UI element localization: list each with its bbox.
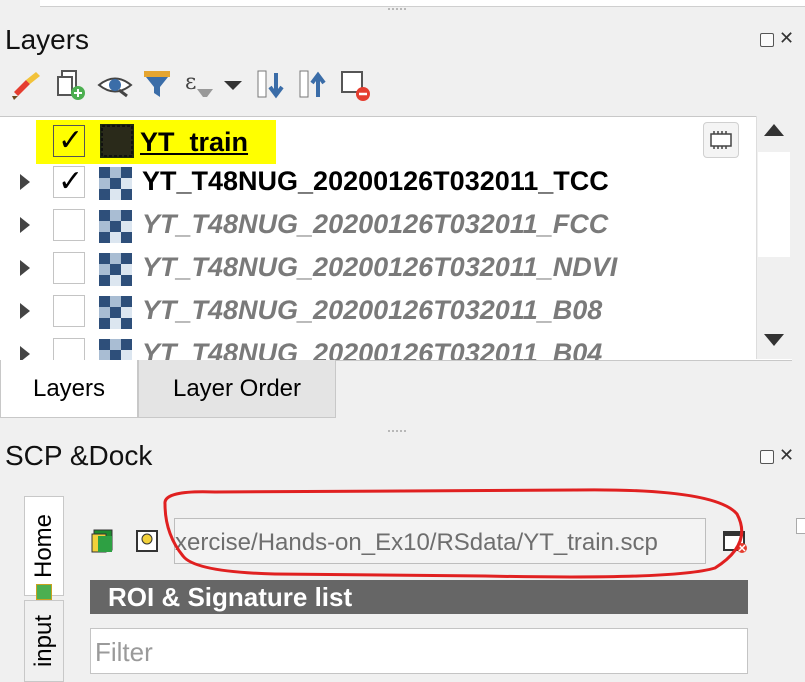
raster-layer-icon: [99, 167, 132, 200]
previous-panel-strip: [0, 0, 805, 14]
scrollbar-thumb[interactable]: [758, 152, 790, 257]
splitter-grip[interactable]: [388, 430, 406, 436]
expand-arrow-icon[interactable]: [20, 260, 30, 276]
scroll-up-arrow-icon[interactable]: [764, 124, 784, 136]
close-panel-button[interactable]: ✕: [779, 446, 794, 464]
raster-layer-icon: [99, 339, 132, 360]
close-panel-button[interactable]: ✕: [779, 29, 794, 47]
layer-name: YT_T48NUG_20200126T032011_NDVI: [142, 252, 618, 282]
raster-layer-icon: [99, 210, 132, 243]
layer-name: YT_T48NUG_20200126T032011_TCC: [142, 166, 609, 196]
tab-home[interactable]: Home: [24, 496, 64, 596]
expand-arrow-icon[interactable]: [20, 303, 30, 319]
style-brush-icon[interactable]: [8, 68, 46, 102]
layer-name: YT_T48NUG_20200126T032011_B08: [142, 295, 603, 325]
layer-visibility-checkbox[interactable]: [53, 252, 85, 284]
tab-layer-order[interactable]: Layer Order: [138, 360, 336, 418]
splitter-grip[interactable]: [388, 8, 406, 14]
raster-layer-icon: [99, 253, 132, 286]
float-panel-button[interactable]: [760, 450, 774, 464]
layer-name: YT_T48NUG_20200126T032011_FCC: [142, 209, 609, 239]
raster-layer-icon: [99, 296, 132, 329]
layer-visibility-checkbox[interactable]: [53, 209, 85, 241]
layer-row-yt-train[interactable]: ✓ YT_train: [0, 119, 756, 164]
remove-layer-icon[interactable]: [336, 68, 374, 102]
tab-input[interactable]: input: [24, 600, 64, 682]
layer-visibility-checkbox[interactable]: [53, 338, 85, 360]
expression-filter-icon[interactable]: ε: [180, 68, 218, 102]
layer-row-b04[interactable]: YT_T48NUG_20200126T032011_B04: [0, 334, 756, 361]
visibility-eye-icon[interactable]: [96, 68, 134, 102]
add-group-icon[interactable]: [52, 68, 90, 102]
new-training-input-icon[interactable]: [90, 528, 116, 554]
home-tab-icon: [36, 584, 52, 600]
collapse-all-icon[interactable]: [294, 68, 332, 102]
layer-visibility-checkbox[interactable]: [53, 295, 85, 327]
layer-visibility-checkbox[interactable]: ✓: [53, 124, 85, 158]
polygon-layer-icon: [99, 123, 134, 158]
embedded-widget-icon[interactable]: [703, 122, 739, 158]
layer-tree[interactable]: ✓ YT_train ✓ YT_T48NUG_20200126T032011_T…: [0, 116, 792, 361]
scroll-down-arrow-icon[interactable]: [764, 334, 784, 346]
expand-all-icon[interactable]: [252, 68, 290, 102]
filter-input[interactable]: Filter: [90, 628, 748, 674]
layer-row-ndvi[interactable]: YT_T48NUG_20200126T032011_NDVI: [0, 248, 756, 290]
side-scroll-handle[interactable]: [796, 518, 805, 534]
previous-panel-edge: [40, 0, 805, 7]
filter-icon[interactable]: [138, 68, 176, 102]
roi-signature-list-header: ROI & Signature list: [90, 580, 748, 614]
layer-name: YT_T48NUG_20200126T032011_B04: [142, 338, 603, 361]
expand-arrow-icon[interactable]: [20, 346, 30, 360]
layer-row-tcc[interactable]: ✓ YT_T48NUG_20200126T032011_TCC: [0, 162, 756, 204]
dropdown-arrow-icon[interactable]: [214, 68, 252, 102]
layer-row-fcc[interactable]: YT_T48NUG_20200126T032011_FCC: [0, 205, 756, 247]
red-annotation-circle: [163, 488, 744, 579]
layer-name: YT_train: [140, 127, 249, 157]
layer-row-b08[interactable]: YT_T48NUG_20200126T032011_B08: [0, 291, 756, 333]
expand-arrow-icon[interactable]: [20, 174, 30, 190]
scp-dock-title: SCP &Dock: [5, 440, 153, 471]
float-panel-button[interactable]: [760, 33, 774, 47]
tab-input-label: input: [30, 614, 57, 668]
expand-arrow-icon[interactable]: [20, 217, 30, 233]
tab-home-label: Home: [30, 513, 57, 579]
svg-text:ε: ε: [185, 70, 196, 95]
layer-visibility-checkbox[interactable]: ✓: [53, 165, 85, 199]
tab-layers[interactable]: Layers: [0, 360, 138, 418]
layers-panel-title: Layers: [5, 24, 90, 55]
